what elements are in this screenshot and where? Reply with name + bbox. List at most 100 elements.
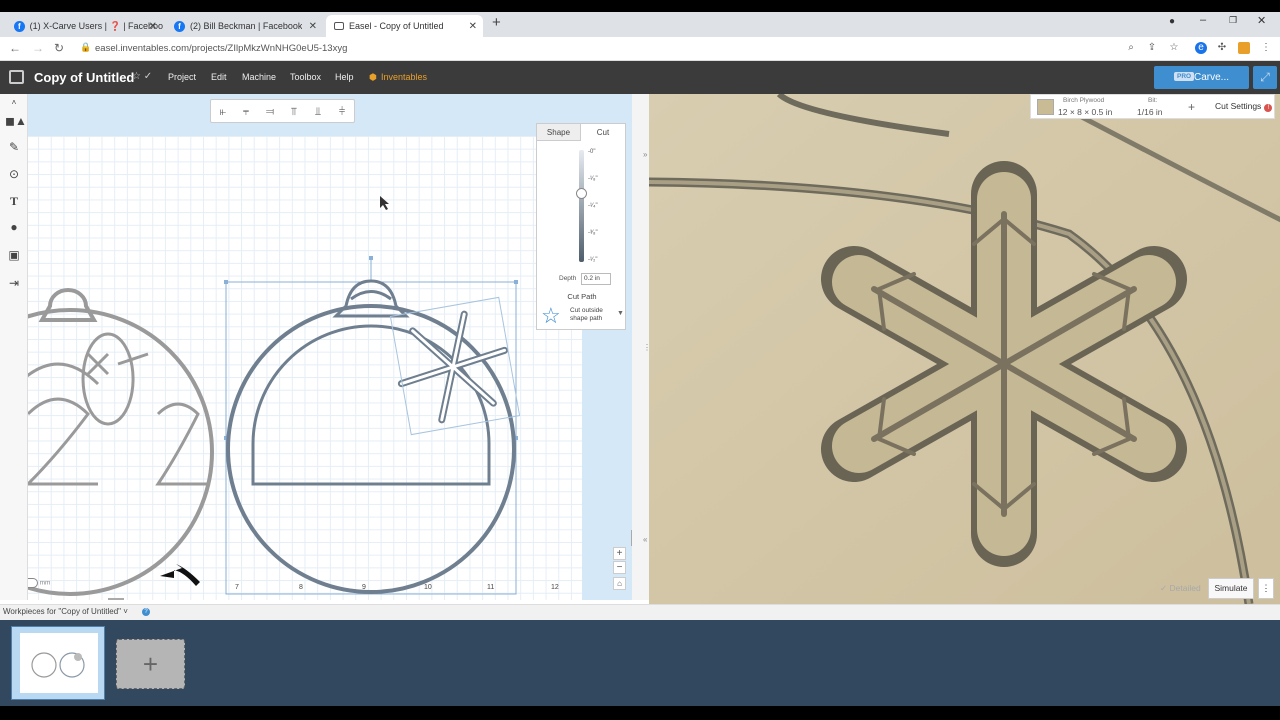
units-switch[interactable] — [28, 578, 38, 588]
media-icon[interactable]: ● — [1169, 16, 1175, 27]
workpiece-thumbnail[interactable] — [11, 626, 105, 700]
material-name[interactable]: Birch Plywood — [1063, 97, 1104, 104]
close-icon[interactable]: ✕ — [149, 21, 157, 32]
material-bar: Birch Plywood 12 × 8 × 0.5 in Bit: 1/16 … — [1030, 94, 1275, 119]
share-icon[interactable]: ⇪ — [1146, 42, 1158, 54]
depth-slider-thumb[interactable] — [576, 188, 587, 199]
ornament-2021[interactable] — [28, 288, 214, 596]
material-swatch[interactable] — [1037, 99, 1054, 115]
browser-menu-icon[interactable]: ⋮ — [1260, 42, 1272, 54]
bit-value[interactable]: 1/16 in — [1137, 107, 1163, 117]
carve-button[interactable]: Carve... — [1154, 66, 1249, 89]
preview-render — [649, 94, 1280, 604]
cut-settings-button[interactable]: Cut Settings! — [1215, 101, 1273, 112]
import-icon[interactable]: ⇥ — [5, 274, 23, 292]
ornament-snowflake[interactable] — [226, 279, 516, 594]
tab-shape[interactable]: Shape — [537, 124, 581, 141]
depth-label: Depth — [559, 275, 577, 282]
project-title[interactable]: Copy of Untitled — [34, 70, 134, 85]
browser-tab-active[interactable]: Easel - Copy of Untitled ✕ — [326, 15, 483, 37]
units-right-label: mm — [39, 579, 51, 587]
zoom-icon[interactable]: ⌕ — [1125, 42, 1137, 54]
units-toggle[interactable]: inch mm — [28, 578, 50, 588]
ruler-x-label: 7 — [235, 584, 239, 591]
target-icon[interactable]: ⊙ — [5, 165, 23, 183]
apple-icon[interactable]: ● — [5, 218, 23, 236]
ruler-x-label: 9 — [362, 584, 366, 591]
close-window-button[interactable]: ✕ — [1257, 14, 1266, 27]
pro-badge: PRO — [1174, 72, 1195, 81]
zoom-in-button[interactable]: + — [613, 547, 626, 560]
depth-tick: -0" — [588, 149, 596, 155]
menu-machine[interactable]: Machine — [242, 72, 276, 82]
extensions-puzzle-icon[interactable]: ✣ — [1216, 42, 1228, 54]
ruler-x-label: 8 — [299, 584, 303, 591]
ruler-x-label: 12 — [551, 584, 559, 591]
easel-logo-icon[interactable] — [9, 70, 24, 84]
favorite-star-icon[interactable]: ☆ ✓ — [132, 71, 152, 82]
restore-button[interactable]: ❐ — [1229, 15, 1237, 26]
menu-toolbox[interactable]: Toolbox — [290, 72, 321, 82]
reload-icon[interactable]: ↻ — [54, 41, 64, 55]
close-icon[interactable]: ✕ — [309, 21, 317, 32]
facebook-icon: f — [174, 20, 185, 32]
more-options-icon[interactable]: ⋮ — [1258, 578, 1274, 599]
arrow-annotation — [160, 564, 200, 586]
cut-settings-label: Cut Settings — [1215, 101, 1262, 111]
fullscreen-icon[interactable]: ⤢ — [1253, 66, 1277, 89]
depth-tick: -¹⁄₂" — [588, 257, 598, 263]
browser-address-bar: ← → ↻ 🔒 easel.inventables.com/projects/Z… — [0, 37, 1280, 61]
text-icon[interactable]: T — [5, 192, 23, 210]
minimize-button[interactable]: – — [1200, 14, 1206, 26]
browser-tab-strip: f (1) X-Carve Users | ❓ | Facebook ✕ f (… — [0, 12, 1280, 37]
url-field[interactable]: easel.inventables.com/projects/ZIlpMkzWn… — [95, 43, 347, 54]
chevron-down-icon[interactable]: ▼ — [617, 310, 624, 317]
menu-help[interactable]: Help — [335, 72, 354, 82]
ruler-x-label: 11 — [487, 584, 495, 591]
easel-icon — [334, 22, 344, 30]
add-bit-button[interactable]: + — [1188, 100, 1195, 114]
forward-icon[interactable]: → — [32, 41, 44, 55]
workpieces-title[interactable]: Workpieces for "Copy of Untitled" ˅ — [3, 607, 128, 616]
home-icon[interactable]: ⌂ — [613, 577, 626, 590]
cut-path-label: Cut Path — [567, 292, 597, 301]
carve-preview[interactable] — [649, 94, 1280, 604]
box-icon[interactable]: ▣ — [5, 246, 23, 264]
add-workpiece-button[interactable]: + — [116, 639, 185, 689]
browser-tab[interactable]: f (1) X-Carve Users | ❓ | Facebook ✕ — [6, 15, 163, 37]
profile-icon[interactable] — [1238, 42, 1250, 54]
back-icon[interactable]: ← — [9, 41, 21, 55]
pen-icon[interactable]: ✎ — [5, 138, 23, 156]
zoom-out-button[interactable]: − — [613, 561, 626, 574]
carve-button-label: Carve... — [1194, 72, 1230, 83]
workpiece-preview — [20, 633, 98, 693]
menu-inventables[interactable]: Inventables — [381, 72, 427, 82]
bookmark-star-icon[interactable]: ☆ — [1168, 42, 1180, 54]
expand-right-icon[interactable]: » — [643, 150, 647, 159]
extension-icon[interactable]: e — [1195, 42, 1207, 54]
depth-tick: -¹⁄₄" — [588, 203, 598, 209]
close-icon[interactable]: ✕ — [469, 21, 477, 32]
simulate-button[interactable]: Simulate — [1208, 578, 1254, 599]
tab-cut[interactable]: Cut — [581, 124, 625, 141]
menu-project[interactable]: Project — [168, 72, 196, 82]
menu-edit[interactable]: Edit — [211, 72, 227, 82]
snowflake[interactable] — [396, 304, 510, 429]
collapse-left-icon[interactable]: « — [643, 535, 647, 544]
help-icon[interactable]: ? — [142, 608, 150, 616]
shapes-icon[interactable]: ◼▲ — [5, 112, 27, 130]
ruler-x-label: 10 — [424, 584, 432, 591]
horizontal-scrollbar[interactable] — [108, 598, 124, 600]
browser-tab[interactable]: f (2) Bill Beckman | Facebook ✕ — [166, 15, 323, 37]
material-size[interactable]: 12 × 8 × 0.5 in — [1058, 107, 1112, 117]
depth-tick: -¹⁄₈" — [588, 176, 598, 182]
depth-tick: -³⁄₈" — [588, 230, 598, 236]
lock-icon: 🔒 — [80, 42, 92, 52]
depth-slider[interactable] — [579, 150, 584, 262]
workpieces-title-text: Workpieces for "Copy of Untitled" — [3, 607, 122, 616]
collapse-icon[interactable]: ˄ — [5, 94, 23, 112]
detailed-toggle[interactable]: ✓ Detailed — [1160, 583, 1201, 594]
new-tab-button[interactable]: + — [492, 14, 501, 31]
depth-input[interactable]: 0.2 in — [581, 273, 611, 285]
cut-path-select[interactable]: Cut outside shape path — [570, 307, 614, 323]
